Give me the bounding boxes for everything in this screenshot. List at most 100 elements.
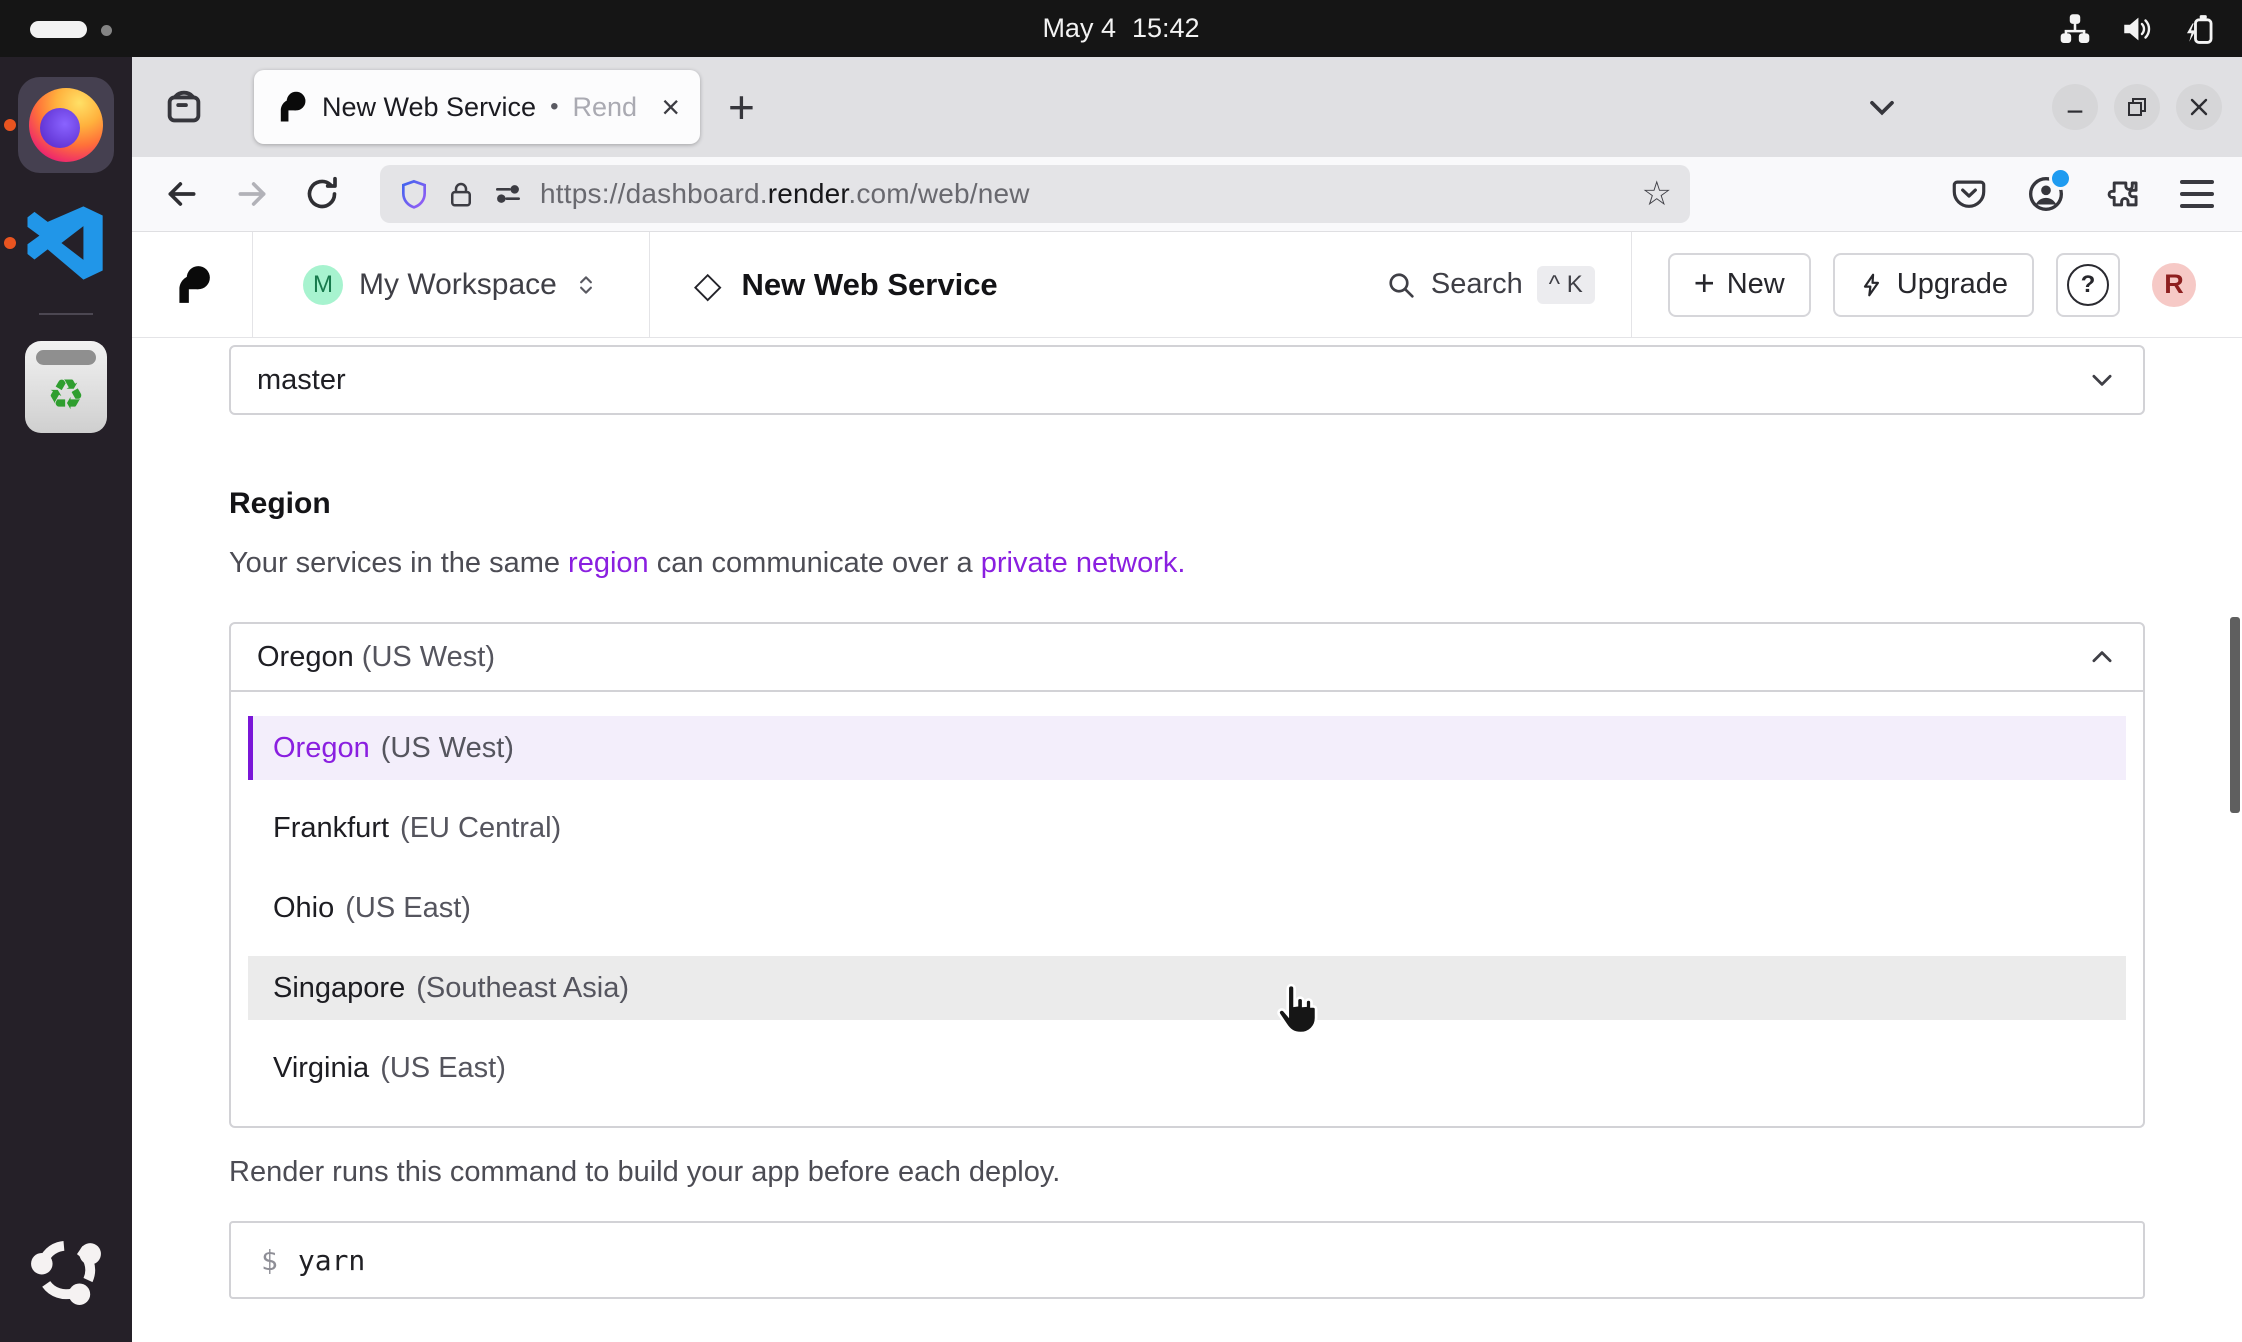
search-kbd-shortcut: ^ K <box>1537 266 1595 304</box>
option-frankfurt[interactable]: Frankfurt (EU Central) <box>248 796 2126 860</box>
permissions-icon[interactable] <box>492 178 524 210</box>
option-oregon[interactable]: Oregon (US West) <box>248 716 2126 780</box>
option-name: Virginia <box>273 1052 369 1085</box>
account-icon[interactable] <box>2026 174 2066 214</box>
url-scheme-subdomain: https://dashboard. <box>540 178 768 209</box>
search-label: Search <box>1431 268 1523 301</box>
url-bar[interactable]: https://dashboard.render.com/web/new ☆ <box>380 165 1690 223</box>
workspace-name: My Workspace <box>359 268 557 302</box>
region-options-list: Oregon (US West) Frankfurt (EU Central) … <box>229 692 2145 1128</box>
shell-prompt: $ <box>261 1244 278 1277</box>
browser-toolbar: https://dashboard.render.com/web/new ☆ <box>132 157 2242 232</box>
new-tab-button[interactable]: + <box>728 84 755 130</box>
firefox-view-button[interactable] <box>152 76 216 138</box>
system-tray[interactable] <box>2058 0 2216 57</box>
clock-date: May 4 <box>1042 13 1116 44</box>
volume-icon <box>2120 12 2154 46</box>
dock-item-firefox[interactable] <box>17 75 115 175</box>
list-all-tabs-chevron-icon[interactable] <box>1862 87 1902 127</box>
page-scrollbar-thumb[interactable] <box>2230 617 2240 813</box>
question-mark-icon: ? <box>2067 264 2109 306</box>
page-title: New Web Service <box>742 267 998 303</box>
option-singapore[interactable]: Singapore (Southeast Asia) <box>248 956 2126 1020</box>
private-network-link[interactable]: private network. <box>981 547 1186 579</box>
system-clock[interactable]: May 4 15:42 <box>0 0 2242 57</box>
back-button[interactable] <box>154 166 210 222</box>
page-title-group: ◇ New Web Service <box>650 267 998 303</box>
system-top-bar: May 4 15:42 <box>0 0 2242 57</box>
option-ohio[interactable]: Ohio (US East) <box>248 876 2126 940</box>
tracking-shield-icon[interactable] <box>398 178 430 210</box>
option-name: Oregon <box>273 732 370 765</box>
option-name: Ohio <box>273 892 334 925</box>
url-text: https://dashboard.render.com/web/new <box>540 178 1030 210</box>
option-virginia[interactable]: Virginia (US East) <box>248 1036 2126 1100</box>
network-icon <box>2058 12 2092 46</box>
upgrade-button-label: Upgrade <box>1897 268 2008 301</box>
dock-item-vscode[interactable] <box>17 193 115 293</box>
ubuntu-logo-icon <box>23 1227 109 1313</box>
url-host: render <box>768 178 849 209</box>
lightning-icon <box>1859 270 1885 300</box>
help-button[interactable]: ? <box>2056 253 2120 317</box>
dock-item-apps[interactable] <box>17 1220 115 1320</box>
account-notification-dot <box>2049 167 2072 190</box>
recycle-glyph: ♻ <box>47 374 85 416</box>
region-select[interactable]: Oregon (US West) <box>229 622 2145 692</box>
close-window-button[interactable] <box>2176 84 2222 130</box>
upgrade-button[interactable]: Upgrade <box>1833 253 2034 317</box>
option-detail: (US East) <box>345 892 471 925</box>
running-indicator <box>4 119 16 131</box>
chevron-down-icon <box>2087 365 2117 395</box>
build-command-value: yarn <box>298 1244 365 1277</box>
lock-icon[interactable] <box>446 179 476 209</box>
option-detail: (Southeast Asia) <box>416 972 629 1005</box>
firefox-icon <box>29 88 103 162</box>
dock: ♻ <box>0 57 132 1342</box>
plus-icon: + <box>1694 265 1715 301</box>
window-controls <box>2052 84 2222 130</box>
build-command-input[interactable]: $ yarn <box>229 1221 2145 1299</box>
option-detail: (US East) <box>380 1052 506 1085</box>
toolbar-right-icons <box>1950 174 2220 214</box>
header-divider <box>1631 232 1632 337</box>
dock-item-trash[interactable]: ♻ <box>17 337 115 437</box>
workspace-avatar: M <box>303 265 343 305</box>
url-path: .com/web/new <box>848 178 1029 209</box>
reload-button[interactable] <box>294 166 350 222</box>
restore-button[interactable] <box>2114 84 2160 130</box>
desc-part2: can communicate over a <box>649 547 981 579</box>
minimize-button[interactable] <box>2052 84 2098 130</box>
vscode-icon <box>22 199 110 287</box>
render-dashboard-page: M My Workspace ◇ New Web Service <box>132 232 2242 1342</box>
desc-part1: Your services in the same <box>229 547 568 579</box>
form-content: master Region Your services in the same … <box>132 345 2242 1299</box>
render-logo-icon[interactable] <box>132 264 252 306</box>
selected-detail: (US West) <box>362 641 495 673</box>
trash-lid <box>36 350 96 365</box>
bookmark-star-icon[interactable]: ☆ <box>1642 177 1672 211</box>
battery-charging-icon <box>2182 12 2216 46</box>
branch-select[interactable]: master <box>229 345 2145 415</box>
search-button[interactable]: Search ^ K <box>1385 266 1595 304</box>
forward-button[interactable] <box>224 166 280 222</box>
browser-tab[interactable]: New Web Service • Rend × <box>254 70 700 144</box>
chevron-up-icon <box>2087 642 2117 672</box>
running-indicator <box>4 237 16 249</box>
tab-close-icon[interactable]: × <box>661 91 680 123</box>
browser-window: New Web Service • Rend × + <box>132 57 2242 1342</box>
region-link[interactable]: region <box>568 547 649 579</box>
mouse-pointer-cursor <box>1272 982 1318 1036</box>
pocket-icon[interactable] <box>1950 175 1988 213</box>
menu-hamburger-icon[interactable] <box>2180 180 2214 208</box>
build-command-note: Render runs this command to build your a… <box>229 1156 2145 1189</box>
dock-divider <box>39 313 93 315</box>
option-detail: (US West) <box>381 732 514 765</box>
new-button[interactable]: + New <box>1668 253 1811 317</box>
firefox-tile <box>18 77 114 173</box>
region-description: Your services in the same region can com… <box>229 547 2145 580</box>
extensions-puzzle-icon[interactable] <box>2104 175 2142 213</box>
branch-value: master <box>257 364 346 397</box>
account-avatar[interactable]: R <box>2152 263 2196 307</box>
workspace-switcher[interactable]: M My Workspace <box>253 265 649 305</box>
